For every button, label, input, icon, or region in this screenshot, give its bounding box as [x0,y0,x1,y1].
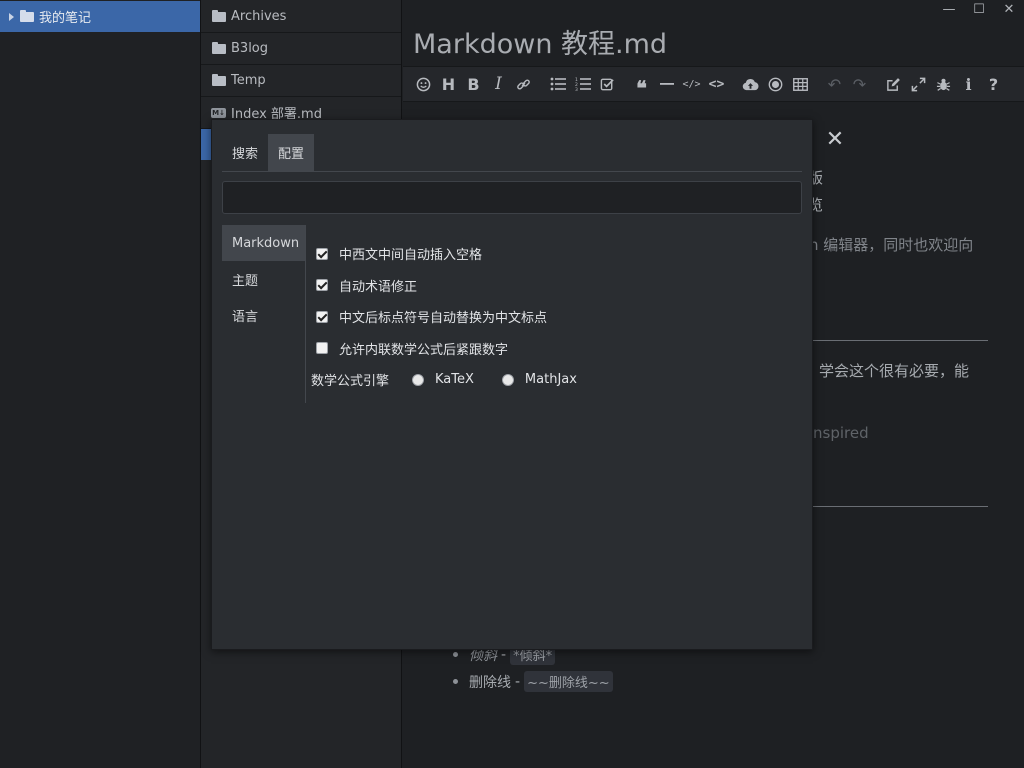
close-window-button[interactable]: ✕ [1002,2,1016,17]
option-label: 中西文中间自动插入空格 [339,248,483,264]
check-list-icon[interactable] [595,72,620,96]
italic-icon[interactable]: I [486,72,511,96]
upload-icon[interactable] [738,72,763,96]
record-icon[interactable] [763,72,788,96]
folder-icon [20,9,34,22]
file-list-item[interactable]: Temp [201,65,401,97]
debug-icon[interactable] [931,72,956,96]
math-engine-row: 数学公式引擎 KaTeX MathJax [311,364,577,396]
notebook-tree-panel: 我的笔记 [0,0,201,768]
undo-icon[interactable]: ↶ [822,72,847,96]
markdown-options: 中西文中间自动插入空格 自动术语修正 中文后标点符号自动替换为中文标点 允许内联… [311,238,577,396]
editor-text-fragment: 学会这个很有必要，能 [819,362,970,380]
bullet-dot [453,652,458,657]
option-label: 自动术语修正 [339,279,418,295]
category-theme[interactable]: 主题 [222,261,305,297]
dialog-tab-bar: 搜索 配置 [222,134,315,171]
line-icon[interactable] [654,72,679,96]
inline-code: ~~删除线~~ [524,671,613,692]
settings-category-list: Markdown 主题 语言 [222,225,306,403]
selected-file-highlight[interactable] [201,129,211,160]
option-term-fix[interactable]: 自动术语修正 [316,270,577,302]
option-label: 中文后标点符号自动替换为中文标点 [339,311,548,327]
checkbox[interactable] [316,247,328,260]
file-list-item-label: Archives [231,9,287,24]
bold-icon[interactable]: B [461,72,486,96]
horizontal-rule [813,506,988,507]
file-list-item-label: B3log [231,41,269,56]
fullscreen-icon[interactable] [906,72,931,96]
window-controls: — ☐ ✕ [942,2,1016,17]
document-title[interactable]: Markdown 教程.md [413,22,667,61]
folder-icon [212,73,226,86]
ordered-list-icon[interactable]: 123 [570,72,595,96]
editor-text-fragment: nspired [813,424,869,442]
file-list-item-label: Temp [231,73,266,88]
radio-button[interactable] [501,373,514,386]
editor-text-fragment: n 编辑器，同时也欢迎向 [809,236,974,254]
list-item-dash: - [515,673,521,690]
category-language[interactable]: 语言 [222,297,305,333]
radio-label: KaTeX [435,372,474,388]
edit-mode-icon[interactable] [881,72,906,96]
tree-item-label: 我的笔记 [39,11,92,26]
expand-caret-icon[interactable] [9,12,14,21]
maximize-button[interactable]: ☐ [972,2,986,17]
radio-mathjax[interactable]: MathJax [501,372,577,388]
info-icon[interactable]: i [956,72,981,96]
close-dialog-button[interactable]: ✕ [824,129,846,151]
file-list-item[interactable]: B3log [201,33,401,65]
option-chinese-punct[interactable]: 中文后标点符号自动替换为中文标点 [316,301,577,333]
bullet-list-icon[interactable] [545,72,570,96]
radio-katex[interactable]: KaTeX [412,372,474,387]
tab-search[interactable]: 搜索 [222,134,268,171]
list-item-label: 删除线 [469,674,511,691]
radio-label: MathJax [524,372,577,388]
settings-dialog: 搜索 配置 Markdown 主题 语言 中西文中间自动插入空格 自动术语修正 … [211,119,813,650]
minimize-button[interactable]: — [942,2,956,17]
checkbox[interactable] [316,279,328,292]
inline-code-icon[interactable]: </> [679,72,704,96]
editor-toolbar: H B I 123 ❝ </> <> ↶ ↷ i ? [403,66,1024,102]
option-inline-math-digit[interactable]: 允许内联数学公式后紧跟数字 [316,333,577,365]
checkbox[interactable] [316,342,328,355]
heading-icon[interactable]: H [436,72,461,96]
quote-icon[interactable]: ❝ [629,72,654,98]
link-icon[interactable] [511,72,536,96]
redo-icon[interactable]: ↷ [847,72,872,96]
tab-settings[interactable]: 配置 [268,134,315,171]
math-engine-label: 数学公式引擎 [311,374,390,390]
horizontal-rule [813,340,988,341]
checkbox[interactable] [316,310,328,323]
option-label: 允许内联数学公式后紧跟数字 [339,342,509,358]
settings-search-input[interactable] [222,181,802,214]
tab-divider [222,171,802,172]
emoji-icon[interactable] [411,72,436,96]
tree-item-root[interactable]: 我的笔记 [0,1,200,32]
bullet-dot [453,679,458,684]
svg-text:3: 3 [575,87,578,91]
list-item: 删除线 - ~~删除线~~ [453,671,613,692]
markdown-file-icon: M↓ [211,107,226,118]
file-list-item[interactable]: Archives [201,1,401,33]
category-markdown[interactable]: Markdown [222,225,305,261]
option-auto-space[interactable]: 中西文中间自动插入空格 [316,238,577,270]
code-block-icon[interactable]: <> [704,72,729,96]
help-icon[interactable]: ? [981,72,1006,96]
radio-button[interactable] [412,373,425,386]
folder-icon [212,41,226,54]
table-icon[interactable] [788,72,813,96]
folder-icon [212,9,226,22]
